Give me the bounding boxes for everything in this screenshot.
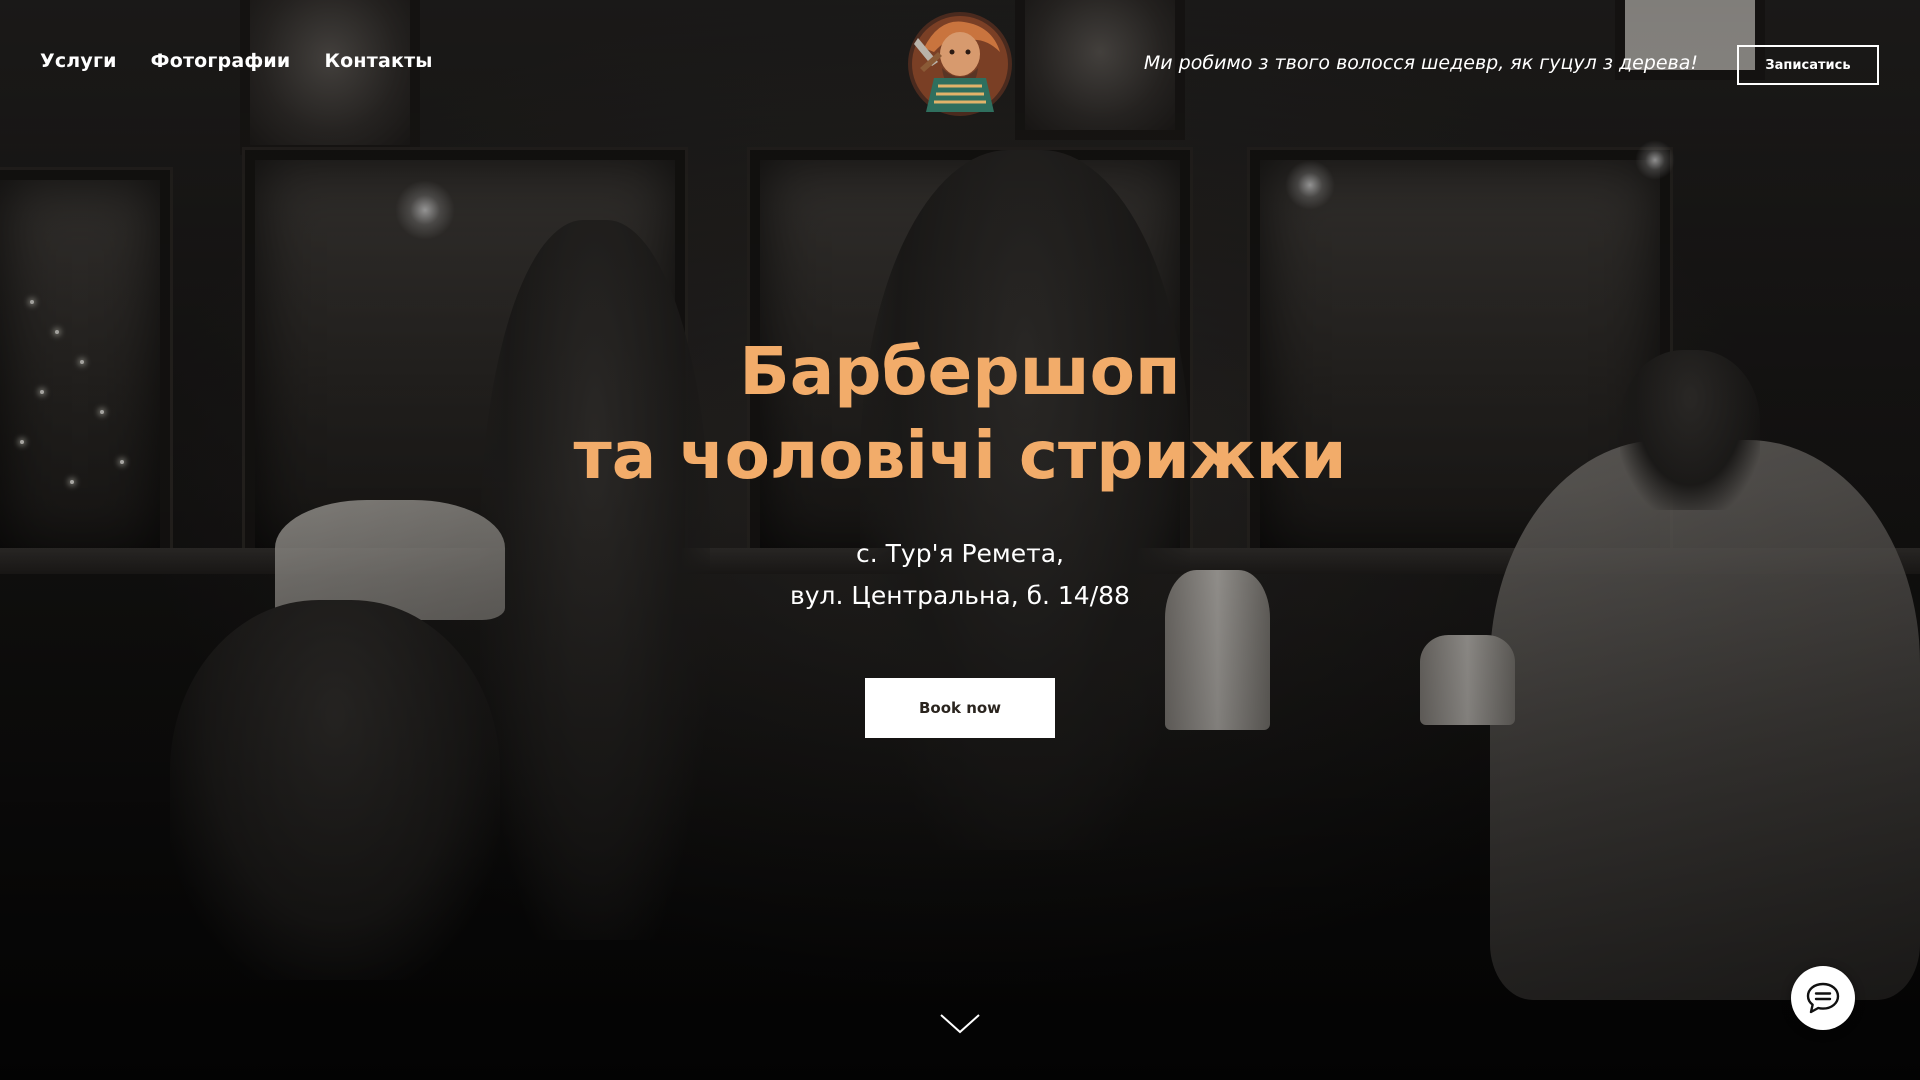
sign-up-button[interactable]: Записатись <box>1737 45 1879 85</box>
chevron-down-icon[interactable] <box>939 1012 981 1036</box>
hero-title-line-1: Барбершоп <box>739 333 1181 410</box>
header-tagline: Ми робимо з твого волосся шедевр, як гуц… <box>1143 52 1698 74</box>
hutsul-barber-logo-icon[interactable] <box>904 8 1016 120</box>
logo-graphic <box>908 12 1012 116</box>
chat-bubble-icon <box>1806 982 1840 1014</box>
nav-item-services[interactable]: Услуги <box>40 50 117 72</box>
book-now-button[interactable]: Book now <box>865 678 1055 738</box>
address: с. Тур'я Ремета, вул. Центральна, б. 14/… <box>0 533 1920 617</box>
address-line-2: вул. Центральна, б. 14/88 <box>790 581 1130 610</box>
hero-title: Барбершоп та чоловічі стрижки <box>0 330 1920 498</box>
nav-item-photos[interactable]: Фотографии <box>151 50 291 72</box>
hero-title-line-2: та чоловічі стрижки <box>573 417 1347 494</box>
nav-item-contacts[interactable]: Контакты <box>324 50 432 72</box>
hero-section: Услуги Фотографии Контакты Ми робимо з т… <box>0 0 1920 1080</box>
main-nav: Услуги Фотографии Контакты <box>40 50 433 72</box>
address-line-1: с. Тур'я Ремета, <box>856 539 1064 568</box>
site-header: Услуги Фотографии Контакты Ми робимо з т… <box>0 0 1920 130</box>
chevron-down-graphic <box>940 1014 980 1034</box>
chat-button[interactable] <box>1791 966 1855 1030</box>
